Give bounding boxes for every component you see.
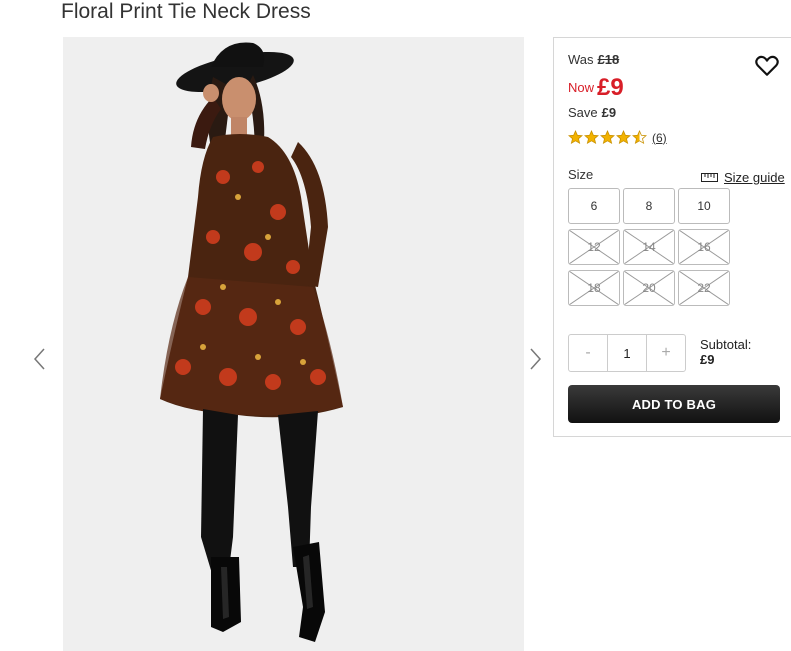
size-guide-label: Size guide	[724, 170, 785, 185]
size-guide-link[interactable]: Size guide	[701, 170, 785, 185]
star-full-icon	[600, 130, 615, 145]
size-option-20: 20	[623, 270, 675, 306]
now-price: Now £9	[568, 74, 624, 102]
chevron-right-icon	[530, 348, 542, 370]
size-option-label: 18	[587, 281, 601, 295]
size-option-label: 20	[642, 281, 656, 295]
star-full-icon	[616, 130, 631, 145]
product-image[interactable]	[63, 37, 524, 651]
chevron-left-icon	[33, 348, 45, 370]
review-count-link[interactable]: (6)	[652, 131, 667, 145]
was-label: Was	[568, 52, 594, 67]
size-option-10[interactable]: 10	[678, 188, 730, 224]
size-option-label: 22	[697, 281, 711, 295]
now-label: Now	[568, 80, 595, 95]
star-half-icon	[632, 130, 647, 145]
size-option-label: 6	[590, 199, 598, 213]
size-option-16: 16	[678, 229, 730, 265]
quantity-decrease-button[interactable]: -	[569, 335, 607, 371]
model-photo	[63, 37, 524, 651]
size-label: Size	[568, 167, 594, 182]
rating-stars	[568, 130, 647, 145]
subtotal-value: £9	[700, 352, 715, 367]
gallery-prev-button[interactable]	[32, 346, 48, 372]
gallery-next-button[interactable]	[527, 346, 543, 372]
size-option-label: 14	[642, 240, 656, 254]
size-options: 6 8 10 12 14 16 18 20 22	[568, 188, 730, 306]
save-amount: Save £9	[568, 105, 616, 120]
size-option-label: 10	[697, 199, 711, 213]
size-option-22: 22	[678, 270, 730, 306]
size-option-label: 16	[697, 240, 711, 254]
size-option-8[interactable]: 8	[623, 188, 675, 224]
wishlist-button[interactable]	[754, 52, 780, 78]
star-full-icon	[584, 130, 599, 145]
size-option-18: 18	[568, 270, 620, 306]
was-price: Was £18	[568, 52, 619, 67]
quantity-value[interactable]: 1	[607, 335, 647, 371]
quantity-stepper: - 1 +	[568, 334, 686, 372]
subtotal: Subtotal: £9	[700, 337, 751, 367]
product-title: Floral Print Tie Neck Dress	[61, 0, 311, 23]
quantity-increase-button[interactable]: +	[647, 335, 685, 371]
now-price-value: £9	[597, 74, 624, 101]
save-value: £9	[601, 105, 617, 120]
subtotal-label: Subtotal:	[700, 337, 752, 352]
size-option-6[interactable]: 6	[568, 188, 620, 224]
save-label: Save	[568, 105, 598, 120]
add-to-bag-button[interactable]: ADD TO BAG	[568, 385, 780, 423]
size-option-14: 14	[623, 229, 675, 265]
size-option-label: 12	[587, 240, 601, 254]
ruler-icon	[701, 173, 718, 182]
purchase-panel: Was £18 Now £9 Save £9 (6) Size Size guide …	[553, 37, 791, 437]
size-option-label: 8	[645, 199, 653, 213]
heart-icon	[755, 55, 779, 76]
rating: (6)	[568, 130, 667, 145]
size-option-12: 12	[568, 229, 620, 265]
star-full-icon	[568, 130, 583, 145]
was-price-value: £18	[597, 52, 620, 67]
